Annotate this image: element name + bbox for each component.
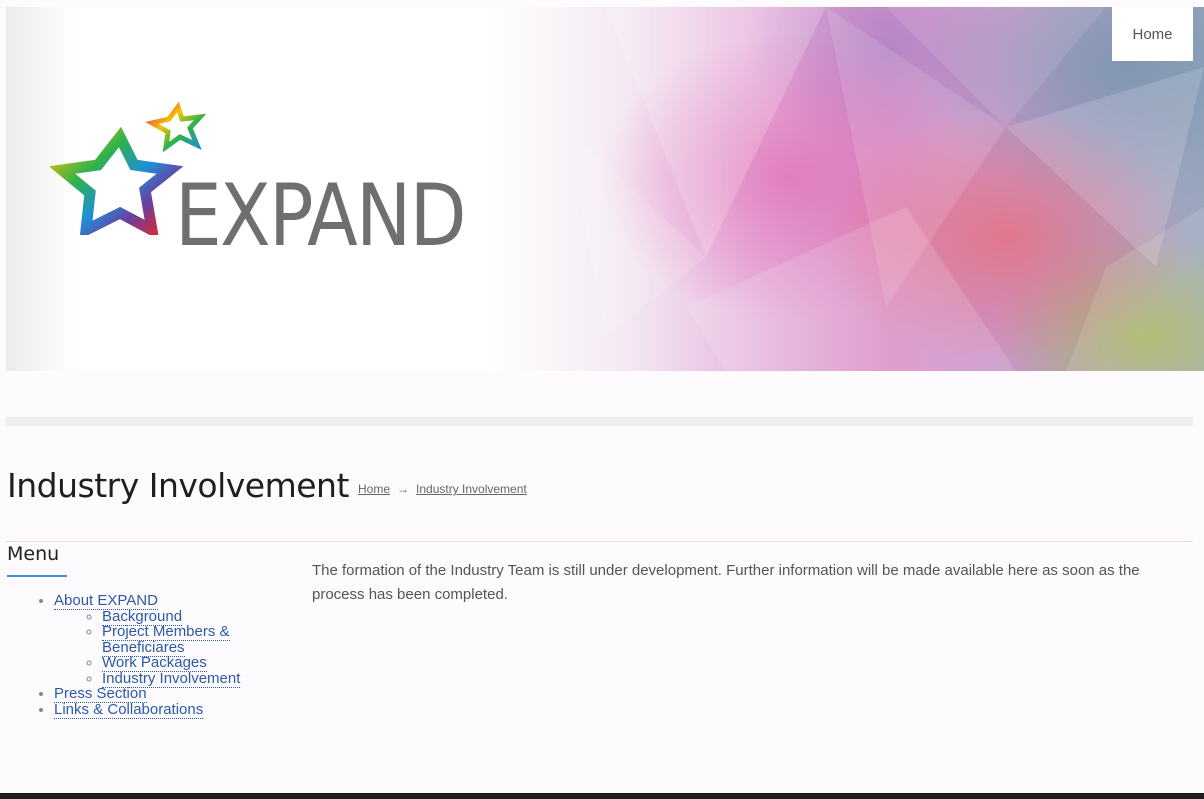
- menu-item-press-section: Press Section: [54, 685, 290, 703]
- header-banner: EXPAND: [6, 7, 1204, 371]
- nav-home-link[interactable]: Home: [1112, 7, 1193, 61]
- menu-heading-underline: [7, 575, 67, 577]
- breadcrumb-current-link[interactable]: Industry Involvement: [416, 482, 527, 496]
- submenu-item-project-members: Project Members & Beneficiares: [102, 623, 290, 657]
- submenu-item-background: Background: [102, 607, 290, 626]
- title-divider: [6, 541, 1193, 542]
- menu-item-links-collaborations: Links & Collaborations: [54, 700, 290, 719]
- submenu-item-work-packages: Work Packages: [102, 654, 290, 672]
- menu-heading: Menu: [7, 543, 60, 565]
- menu-link-project-members[interactable]: Project Members & Beneficiares: [102, 623, 230, 657]
- sidebar-menu: About EXPAND Background Project Members …: [0, 592, 290, 719]
- expand-logo-text: EXPAND: [175, 166, 467, 266]
- breadcrumb-home-link[interactable]: Home: [358, 482, 390, 496]
- menu-item-about-expand: About EXPAND Background Project Members …: [54, 592, 290, 688]
- breadcrumb: Home → Industry Involvement: [358, 482, 527, 496]
- menu-link-links-collaborations[interactable]: Links & Collaborations: [54, 700, 204, 719]
- footer-bar: [0, 793, 1204, 799]
- section-divider: [6, 417, 1193, 426]
- breadcrumb-separator: →: [397, 482, 410, 496]
- page-title: Industry Involvement: [7, 466, 349, 505]
- main-content-text: The formation of the Industry Team is st…: [312, 562, 1140, 603]
- submenu-item-industry-involvement: Industry Involvement: [102, 669, 290, 688]
